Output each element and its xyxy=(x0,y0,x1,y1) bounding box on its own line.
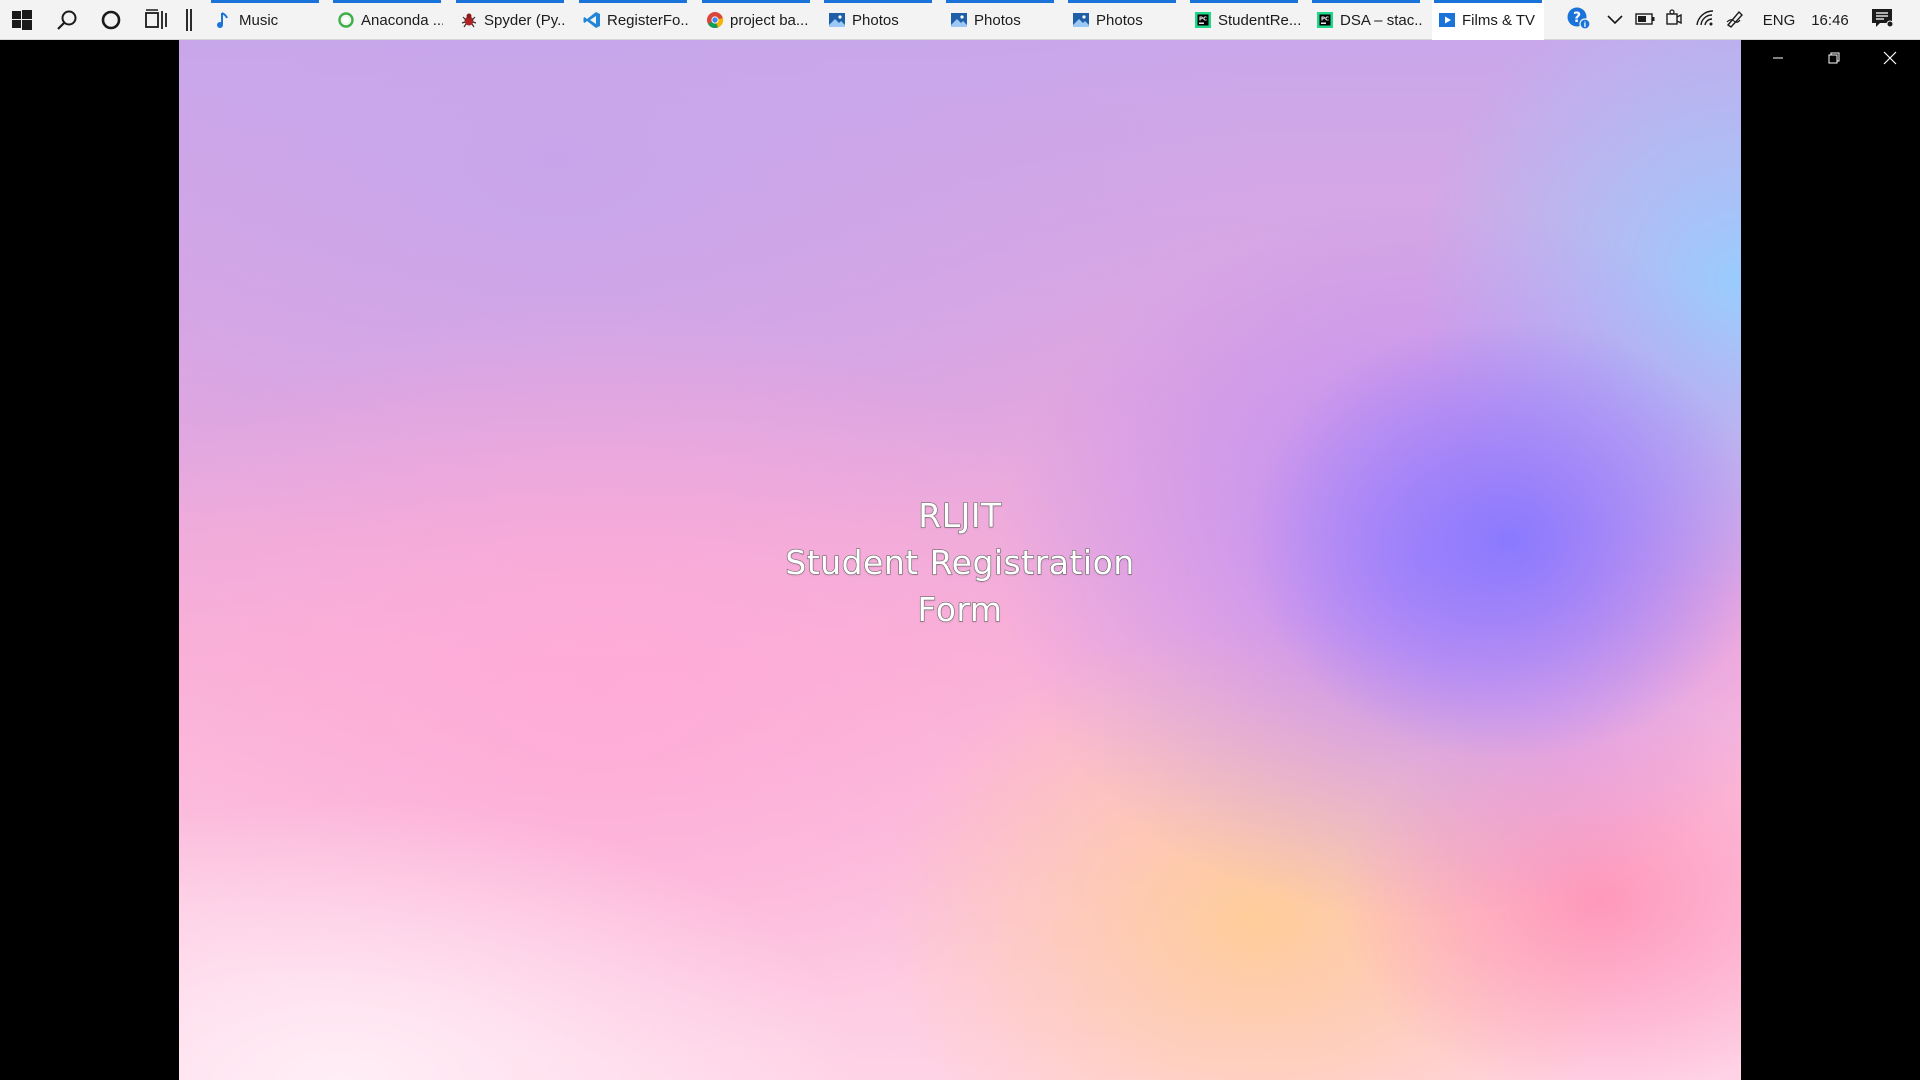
restore-icon xyxy=(1828,51,1840,69)
taskbar-app-label: Photos xyxy=(852,11,899,29)
photos-icon xyxy=(1072,11,1090,29)
cortana-button[interactable] xyxy=(89,0,133,40)
spyder-icon xyxy=(460,11,478,29)
taskbar-app-label: StudentRe... xyxy=(1218,11,1300,29)
clock-button[interactable]: 16:46 xyxy=(1805,0,1855,40)
action-center-button[interactable] xyxy=(1864,0,1900,40)
taskbar-app-label: Photos xyxy=(1096,11,1143,29)
video-title-line: Student Registration xyxy=(785,542,1135,582)
taskbar-app-label: Anaconda ... xyxy=(361,11,443,29)
taskbar-app-label: Photos xyxy=(974,11,1021,29)
taskbar-app-music[interactable]: Music xyxy=(209,0,321,40)
video-frame[interactable]: RLJIT Student Registration Form xyxy=(179,40,1741,1080)
svg-text:PC: PC xyxy=(1321,17,1329,23)
pen-icon xyxy=(1725,8,1747,32)
films-tv-player-window[interactable]: RLJIT Student Registration Form xyxy=(0,40,1920,1080)
taskbar-app-label: Spyder (Py... xyxy=(484,11,566,29)
music-note-icon xyxy=(215,11,233,29)
start-button[interactable] xyxy=(0,0,44,40)
battery-tray-button[interactable] xyxy=(1631,0,1659,40)
search-icon xyxy=(56,9,78,31)
language-indicator: ENG xyxy=(1762,11,1796,29)
taskbar: Music Anaconda ... Spyder (Py... Registe… xyxy=(0,0,1920,40)
pen-workspace-button[interactable] xyxy=(1722,0,1750,40)
wifi-icon xyxy=(1695,9,1715,31)
minimize-icon xyxy=(1772,51,1784,69)
taskbar-app-photos-1[interactable]: Photos xyxy=(822,0,934,40)
taskbar-app-spyder[interactable]: Spyder (Py... xyxy=(454,0,566,40)
video-title-line: RLJIT xyxy=(918,495,1002,535)
taskbar-app-chrome[interactable]: project ba... xyxy=(700,0,812,40)
close-button[interactable] xyxy=(1862,40,1918,80)
svg-text:PC: PC xyxy=(1199,17,1207,23)
taskbar-app-pycharm-dsa[interactable]: PC DSA – stac... xyxy=(1310,0,1422,40)
help-icon: ? i xyxy=(1566,5,1592,35)
task-view-button[interactable] xyxy=(134,0,178,40)
taskbar-app-label: RegisterFo... xyxy=(607,11,689,29)
cortana-icon xyxy=(100,9,122,31)
search-button[interactable] xyxy=(45,0,89,40)
films-tv-icon xyxy=(1438,11,1456,29)
clock-time: 16:46 xyxy=(1811,11,1849,29)
taskbar-app-films-tv[interactable]: Films & TV xyxy=(1432,0,1544,40)
network-tray-button[interactable] xyxy=(1691,0,1719,40)
chevron-up-icon xyxy=(1607,12,1623,29)
video-title-line: Form xyxy=(917,589,1003,629)
help-tray-button[interactable]: ? i xyxy=(1563,0,1595,40)
taskbar-app-anaconda[interactable]: Anaconda ... xyxy=(331,0,443,40)
photos-icon xyxy=(950,11,968,29)
taskbar-app-photos-2[interactable]: Photos xyxy=(944,0,1056,40)
pycharm-icon: PC xyxy=(1194,11,1212,29)
pycharm-icon: PC xyxy=(1316,11,1334,29)
meet-now-tray-button[interactable] xyxy=(1661,0,1687,40)
show-hidden-icons-button[interactable] xyxy=(1601,0,1629,40)
taskbar-app-label: Films & TV xyxy=(1462,11,1536,29)
taskbar-app-label: project ba... xyxy=(730,11,809,29)
windows-start-icon xyxy=(12,10,32,30)
battery-icon xyxy=(1635,12,1655,29)
photos-icon xyxy=(828,11,846,29)
anaconda-icon xyxy=(337,11,355,29)
taskbar-app-label: DSA – stac... xyxy=(1340,11,1422,29)
vscode-icon xyxy=(583,11,601,29)
chrome-icon xyxy=(706,11,724,29)
video-title-text: RLJIT Student Registration Form xyxy=(179,492,1741,633)
taskbar-app-pycharm-studentre[interactable]: PC StudentRe... xyxy=(1188,0,1300,40)
task-view-icon xyxy=(144,9,168,31)
svg-text:i: i xyxy=(1584,21,1586,29)
taskbar-app-vscode[interactable]: RegisterFo... xyxy=(577,0,689,40)
taskbar-app-label: Music xyxy=(239,11,279,29)
notification-icon xyxy=(1871,8,1894,32)
close-icon xyxy=(1883,51,1897,70)
meet-now-icon xyxy=(1665,9,1683,31)
minimize-button[interactable] xyxy=(1750,40,1806,80)
restore-button[interactable] xyxy=(1806,40,1862,80)
input-language-button[interactable]: ENG xyxy=(1757,0,1801,40)
taskbar-separator xyxy=(186,9,192,31)
taskbar-app-photos-3[interactable]: Photos xyxy=(1066,0,1178,40)
